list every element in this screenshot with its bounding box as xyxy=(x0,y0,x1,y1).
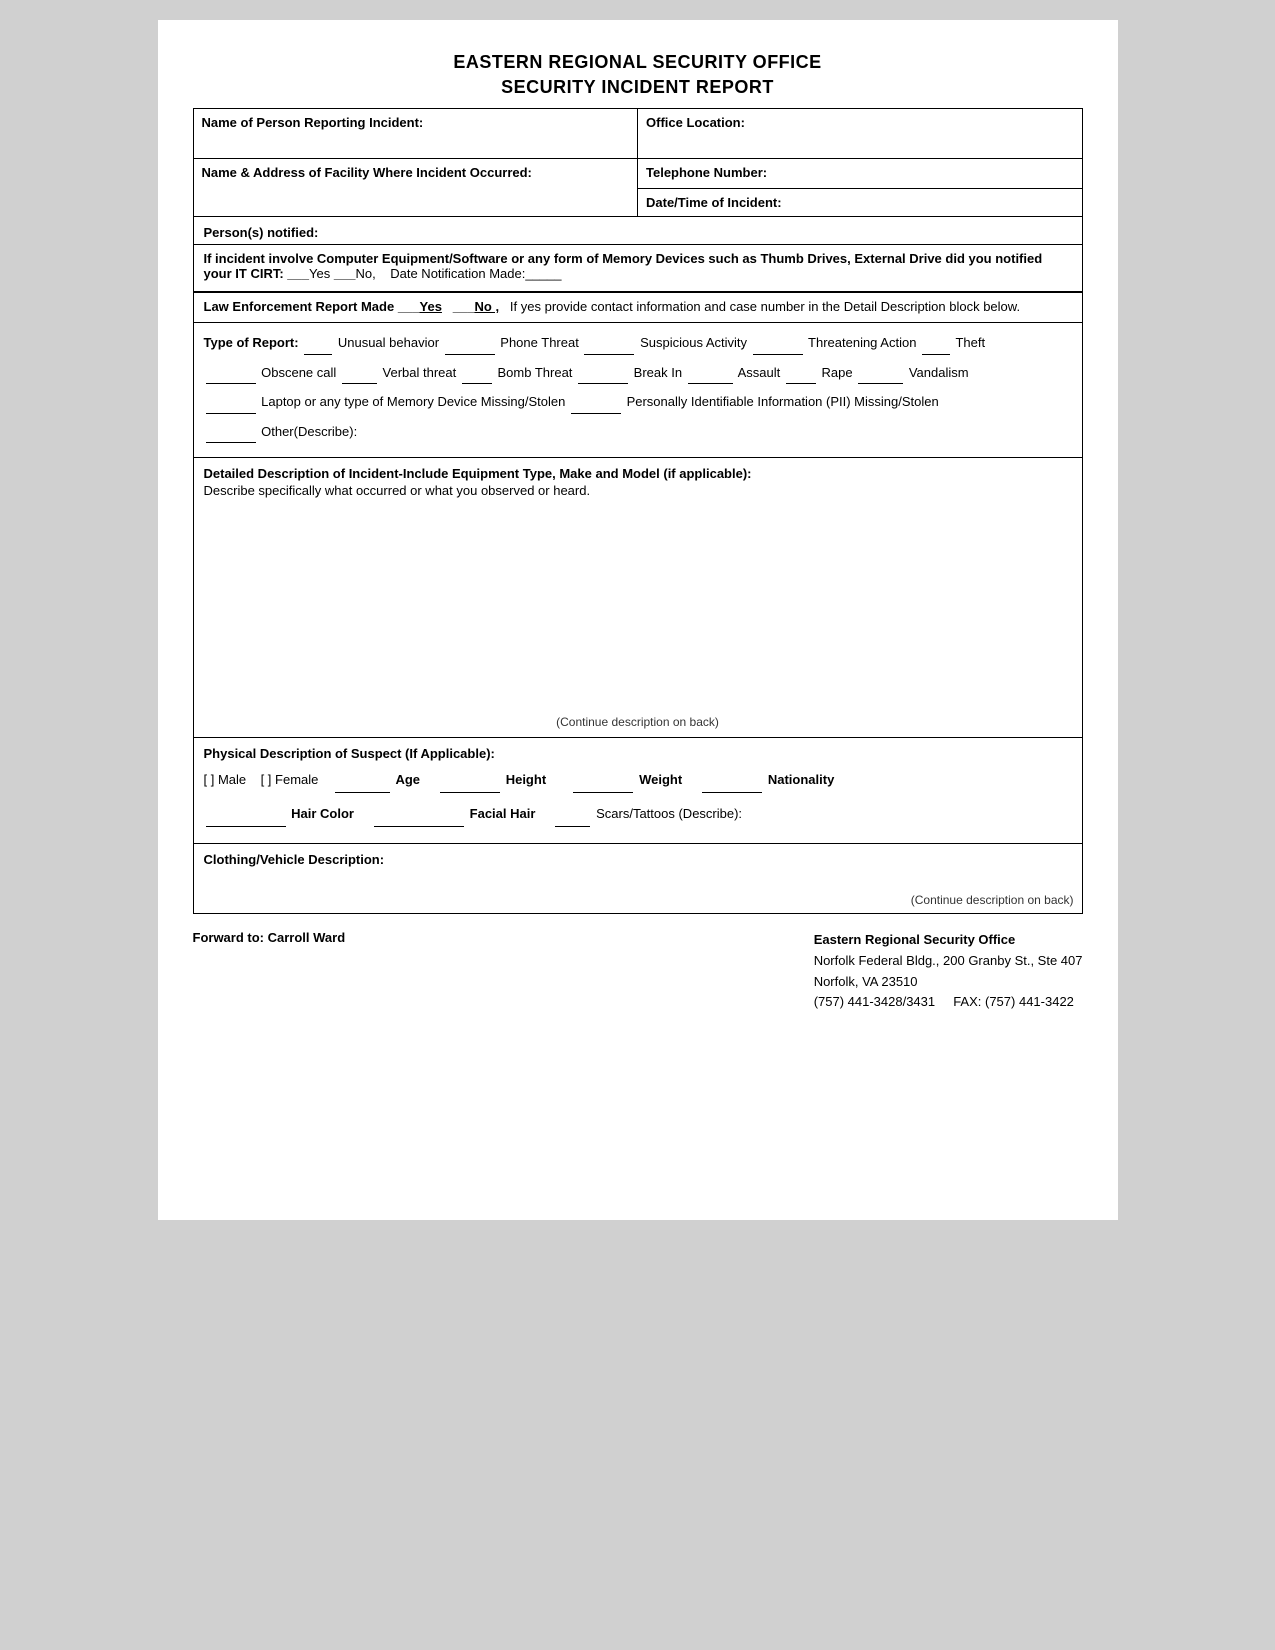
blank-theft xyxy=(922,354,950,355)
physical-label: Physical Description of Suspect (If Appl… xyxy=(204,746,1072,761)
type-unusual: Unusual behavior xyxy=(338,335,439,350)
type-breakin: Break In xyxy=(634,365,682,380)
type-theft: Theft xyxy=(955,335,985,350)
footer-phone: (757) 441-3428/3431 xyxy=(814,994,935,1009)
scars-label: Scars/Tattoos (Describe): xyxy=(596,806,742,821)
persons-notified-section: Person(s) notified: xyxy=(193,217,1083,245)
law-enforcement-section: Law Enforcement Report Made ___Yes ___No… xyxy=(193,292,1083,323)
nationality-blank xyxy=(702,792,762,793)
type-label: Type of Report: xyxy=(204,335,299,350)
weight-blank xyxy=(573,792,633,793)
blank-vandalism xyxy=(858,383,903,384)
type-bomb: Bomb Threat xyxy=(498,365,573,380)
datetime-label: Date/Time of Incident: xyxy=(646,195,782,210)
type-of-report-section: Type of Report: Unusual behavior Phone T… xyxy=(193,323,1083,458)
type-row-3: Laptop or any type of Memory Device Miss… xyxy=(204,390,1072,413)
clothing-label: Clothing/Vehicle Description: xyxy=(204,852,1072,867)
footer-left: Forward to: Carroll Ward xyxy=(193,930,346,945)
it-cirt-section: If incident involve Computer Equipment/S… xyxy=(193,245,1083,292)
type-phone-threat: Phone Threat xyxy=(500,335,579,350)
facility-label: Name & Address of Facility Where Inciden… xyxy=(202,165,532,180)
footer-org-name: Eastern Regional Security Office xyxy=(814,930,1083,951)
clothing-section: Clothing/Vehicle Description: (Continue … xyxy=(193,844,1083,914)
type-rape: Rape xyxy=(822,365,853,380)
row-facility-phone: Name & Address of Facility Where Inciden… xyxy=(193,159,1082,189)
type-obscene: Obscene call xyxy=(261,365,336,380)
continue-note-clothing: (Continue description on back) xyxy=(911,893,1074,907)
office-label: Office Location: xyxy=(646,115,745,130)
type-row-2: Obscene call Verbal threat Bomb Threat B… xyxy=(204,361,1072,384)
blank-threatening xyxy=(753,354,803,355)
nationality-label: Nationality xyxy=(768,772,834,787)
physical-description-section: Physical Description of Suspect (If Appl… xyxy=(193,738,1083,844)
type-threatening: Threatening Action xyxy=(808,335,916,350)
height-label: Height xyxy=(506,772,546,787)
type-pii: Personally Identifiable Information (PII… xyxy=(627,394,939,409)
type-verbal: Verbal threat xyxy=(383,365,457,380)
blank-bomb xyxy=(462,383,492,384)
name-label: Name of Person Reporting Incident: xyxy=(202,115,424,130)
weight-label: Weight xyxy=(639,772,682,787)
forward-label: Forward to: Carroll Ward xyxy=(193,930,346,945)
law-enforcement-text: Law Enforcement Report Made ___Yes ___No… xyxy=(204,299,1072,314)
physical-row-1: [ ] Male [ ] Female Age Height Weight Na… xyxy=(204,767,1072,793)
blank-suspicious xyxy=(584,354,634,355)
footer-right: Eastern Regional Security Office Norfolk… xyxy=(814,930,1083,1013)
footer-phone-fax: (757) 441-3428/3431 FAX: (757) 441-3422 xyxy=(814,992,1083,1013)
detail-sub-label: Describe specifically what occurred or w… xyxy=(204,483,1072,498)
type-suspicious: Suspicious Activity xyxy=(640,335,747,350)
row-name-office: Name of Person Reporting Incident: Offic… xyxy=(193,109,1082,159)
title-line1: EASTERN REGIONAL SECURITY OFFICE xyxy=(193,50,1083,75)
footer-address2: Norfolk, VA 23510 xyxy=(814,972,1083,993)
type-laptop: Laptop or any type of Memory Device Miss… xyxy=(261,394,565,409)
blank-obscene xyxy=(206,383,256,384)
detail-label: Detailed Description of Incident-Include… xyxy=(204,466,1072,481)
type-row-1: Type of Report: Unusual behavior Phone T… xyxy=(204,331,1072,354)
type-vandalism: Vandalism xyxy=(909,365,969,380)
hair-color-label: Hair Color xyxy=(291,806,354,821)
blank-rape xyxy=(786,383,816,384)
header-table: Name of Person Reporting Incident: Offic… xyxy=(193,108,1083,217)
blank-other xyxy=(206,442,256,443)
continue-note-detail: (Continue description on back) xyxy=(556,715,719,729)
blank-verbal xyxy=(342,383,377,384)
height-blank xyxy=(440,792,500,793)
type-other: Other(Describe): xyxy=(261,424,357,439)
telephone-label: Telephone Number: xyxy=(646,165,767,180)
blank-assault xyxy=(688,383,733,384)
blank-unusual xyxy=(304,354,332,355)
persons-notified-label: Person(s) notified: xyxy=(204,225,319,240)
female-checkbox: [ ] Female xyxy=(261,772,319,787)
physical-row-2: Hair Color Facial Hair Scars/Tattoos (De… xyxy=(204,801,1072,827)
footer: Forward to: Carroll Ward Eastern Regiona… xyxy=(193,930,1083,1013)
age-label: Age xyxy=(395,772,420,787)
title-line2: SECURITY INCIDENT REPORT xyxy=(193,75,1083,100)
hair-color-blank xyxy=(206,826,286,827)
it-cirt-text: If incident involve Computer Equipment/S… xyxy=(204,251,1072,281)
page: EASTERN REGIONAL SECURITY OFFICE SECURIT… xyxy=(158,20,1118,1220)
type-row-4: Other(Describe): xyxy=(204,420,1072,443)
title-block: EASTERN REGIONAL SECURITY OFFICE SECURIT… xyxy=(193,50,1083,100)
type-assault: Assault xyxy=(738,365,781,380)
detail-description-section: Detailed Description of Incident-Include… xyxy=(193,458,1083,738)
blank-laptop xyxy=(206,413,256,414)
male-checkbox: [ ] Male xyxy=(204,772,247,787)
blank-pii xyxy=(571,413,621,414)
footer-address1: Norfolk Federal Bldg., 200 Granby St., S… xyxy=(814,951,1083,972)
footer-fax-label: FAX: xyxy=(953,994,981,1009)
scars-blank xyxy=(555,826,590,827)
facial-hair-label: Facial Hair xyxy=(470,806,536,821)
age-blank xyxy=(335,792,390,793)
facial-hair-blank xyxy=(374,826,464,827)
footer-fax: (757) 441-3422 xyxy=(985,994,1074,1009)
blank-breakin xyxy=(578,383,628,384)
blank-phone xyxy=(445,354,495,355)
